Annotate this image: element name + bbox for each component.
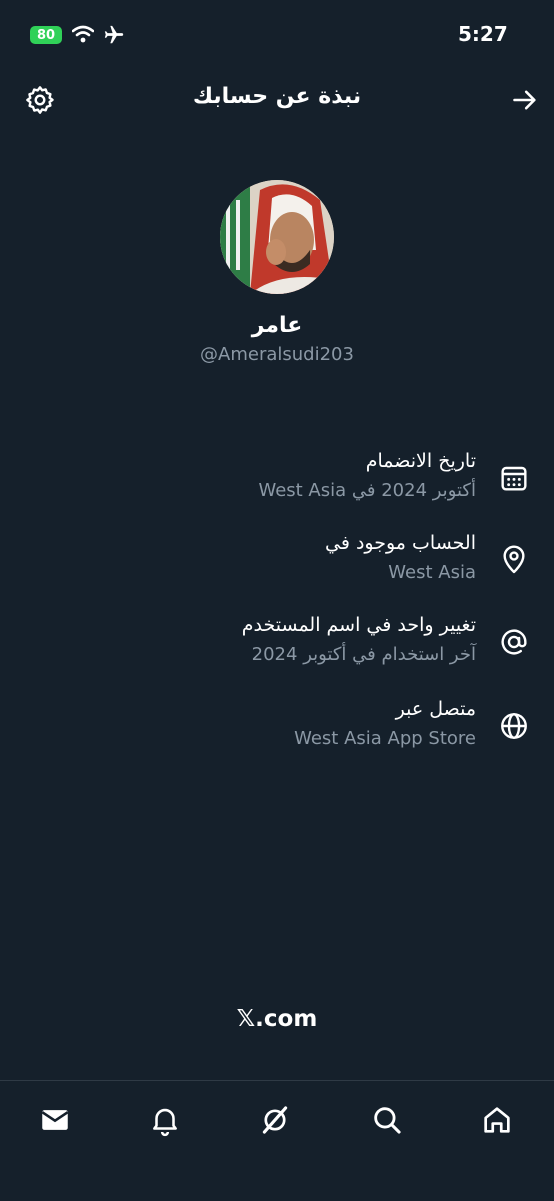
- info-title: تاريخ الانضمام: [365, 450, 476, 472]
- info-title: الحساب موجود في: [325, 532, 476, 554]
- at-sign-icon: [501, 629, 527, 655]
- home-icon[interactable]: [480, 1103, 514, 1137]
- mail-icon[interactable]: [38, 1103, 72, 1137]
- info-subtitle: أكتوبر 2024 في West Asia: [258, 480, 476, 501]
- clock: 5:27: [458, 22, 508, 46]
- info-subtitle: West Asia App Store: [294, 728, 476, 749]
- avatar-image: [220, 180, 334, 294]
- battery-level: 80: [36, 27, 56, 43]
- info-title: تغيير واحد في اسم المستخدم: [241, 614, 476, 636]
- grok-icon[interactable]: [258, 1103, 292, 1137]
- info-subtitle: آخر استخدام في أكتوبر 2024: [251, 644, 476, 665]
- battery-indicator: 80: [30, 26, 62, 44]
- info-row-join-date: تاريخ الانضمام أكتوبر 2024 في West Asia: [0, 450, 554, 520]
- search-icon[interactable]: [370, 1103, 404, 1137]
- display-name: عامر: [251, 313, 303, 338]
- globe-icon: [501, 713, 527, 739]
- bottom-nav: [0, 1080, 554, 1201]
- x-com-link[interactable]: 𝕏.com: [0, 1006, 554, 1032]
- airplane-icon: [104, 25, 124, 44]
- page-title: نبذة عن حسابك: [192, 84, 362, 109]
- back-arrow-icon[interactable]: [510, 86, 540, 114]
- info-subtitle: West Asia: [388, 562, 476, 583]
- username-handle: @Ameralsudi203: [200, 344, 354, 365]
- info-row-username-change: تغيير واحد في اسم المستخدم آخر استخدام ف…: [0, 614, 554, 684]
- avatar[interactable]: [220, 180, 334, 294]
- info-row-location: الحساب موجود في West Asia: [0, 532, 554, 602]
- wifi-icon: [72, 25, 94, 43]
- calendar-icon: [501, 466, 527, 491]
- info-title: متصل عبر: [395, 698, 476, 720]
- bell-icon[interactable]: [148, 1103, 182, 1137]
- info-row-connected-via: متصل عبر West Asia App Store: [0, 698, 554, 768]
- location-pin-icon: [503, 545, 525, 574]
